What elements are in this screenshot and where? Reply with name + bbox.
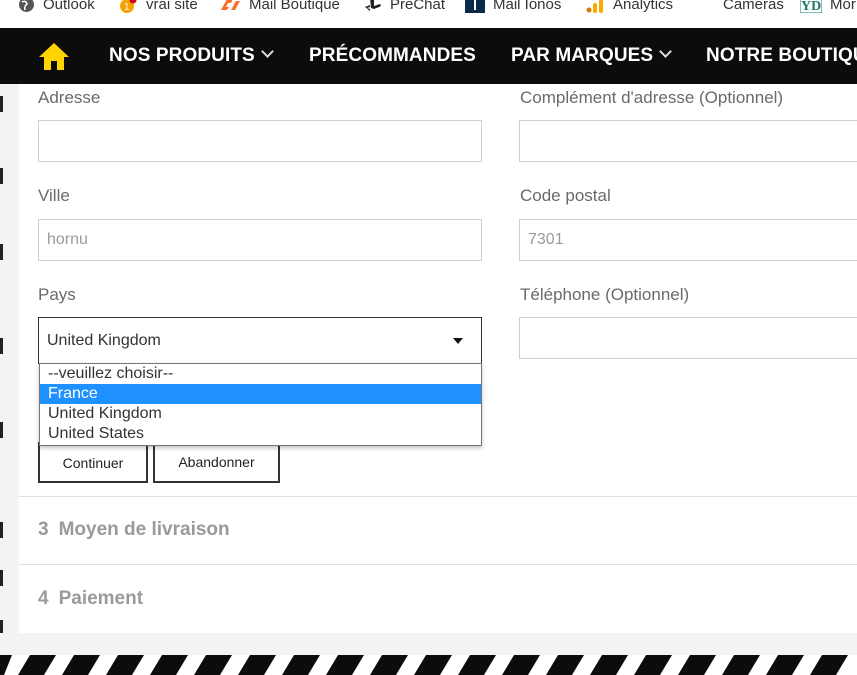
step-shipping-method[interactable]: 3 Moyen de livraison <box>38 519 230 541</box>
nav-item-nos-produits[interactable]: NOS PRODUITS <box>109 28 274 84</box>
country-option-highlighted[interactable]: France <box>40 384 481 404</box>
bookmark-label: Mail Ionos <box>493 0 562 13</box>
country-option[interactable]: United States <box>40 424 481 444</box>
bookmark-label: vrai site <box>146 0 198 13</box>
ionos-icon <box>465 0 485 13</box>
nav-item-label: PAR MARQUES <box>511 45 654 66</box>
bookmark-label: Mail Boutique <box>249 0 340 13</box>
bookmark-mor[interactable]: YD Mor <box>800 0 856 14</box>
nav-item-label: NOTRE BOUTIQUE <box>706 45 857 66</box>
address2-label: Complément d'adresse (Optionnel) <box>520 88 784 107</box>
address-label: Adresse <box>38 88 101 107</box>
nav-item-par-marques[interactable]: PAR MARQUES <box>511 28 673 84</box>
bookmark-label: Analytics <box>613 0 674 13</box>
chevron-down-icon <box>659 45 673 58</box>
svg-text:1: 1 <box>124 2 130 13</box>
step-payment[interactable]: 4 Paiement <box>38 588 143 610</box>
chevron-down-icon <box>260 45 274 58</box>
phone-field[interactable] <box>519 317 857 359</box>
bookmark-analytics[interactable]: Analytics <box>585 0 673 14</box>
step-number: 4 <box>38 588 49 609</box>
country-label: Pays <box>38 285 76 304</box>
notification-badge-icon: 1 <box>120 0 137 13</box>
city-field[interactable]: hornu <box>38 219 482 261</box>
country-option[interactable]: --veuillez choisir-- <box>40 364 481 384</box>
cpanel-icon <box>221 0 240 10</box>
playstation-icon <box>365 0 381 11</box>
bookmark-mail-ionos[interactable]: Mail Ionos <box>465 0 561 14</box>
address2-field[interactable] <box>519 120 857 162</box>
bookmark-outlook[interactable]: Outlook <box>18 0 95 14</box>
nav-item-label: PRÉCOMMANDES <box>309 45 476 66</box>
city-label: Ville <box>38 186 70 205</box>
decorative-stripes <box>0 655 857 675</box>
bookmark-label: Mor <box>830 0 856 13</box>
globe-icon <box>19 0 34 12</box>
bookmarks-bar: Outlook 1 vrai site Mail Boutique PreCha… <box>0 0 857 28</box>
analytics-icon <box>586 0 603 13</box>
bookmark-cameras[interactable]: Cameras <box>723 0 784 14</box>
nav-item-label: NOS PRODUITS <box>109 45 255 66</box>
strip-mark <box>0 570 3 586</box>
bookmark-label: PreChat <box>390 0 446 13</box>
strip-mark <box>0 244 3 260</box>
bookmark-label: Cameras <box>723 0 784 13</box>
bookmark-vrai-site[interactable]: 1 vrai site <box>118 0 198 14</box>
strip-mark <box>0 522 3 538</box>
step-label: Moyen de livraison <box>58 519 230 540</box>
main-nav: NOS PRODUITS PRÉCOMMANDES PAR MARQUES NO… <box>0 28 857 84</box>
step-label: Paiement <box>58 588 144 609</box>
page-side-strip <box>0 84 19 654</box>
home-icon[interactable] <box>37 40 71 72</box>
divider <box>19 496 857 497</box>
yd-icon: YD <box>800 0 822 13</box>
phone-label: Téléphone (Optionnel) <box>520 285 690 304</box>
country-option[interactable]: United Kingdom <box>40 404 481 424</box>
nav-item-precommandes[interactable]: PRÉCOMMANDES <box>309 28 476 84</box>
country-dropdown-list: --veuillez choisir-- France United Kingd… <box>39 363 482 446</box>
continue-button[interactable]: Continuer <box>38 442 148 483</box>
postal-label: Code postal <box>520 186 611 205</box>
bookmark-mail-boutique[interactable]: Mail Boutique <box>219 0 340 14</box>
country-selected-value: United Kingdom <box>47 332 161 349</box>
bookmark-prechat[interactable]: PreChat <box>364 0 445 14</box>
country-select[interactable]: United Kingdom <box>38 317 482 364</box>
strip-mark <box>0 96 3 112</box>
divider <box>19 564 857 565</box>
postal-field[interactable]: 7301 <box>519 219 857 261</box>
bookmark-label: Outlook <box>43 0 95 13</box>
cancel-button[interactable]: Abandonner <box>153 442 280 483</box>
page-footer-band <box>0 633 857 655</box>
caret-down-icon <box>453 338 463 344</box>
strip-mark <box>0 422 3 438</box>
nav-item-notre-boutique[interactable]: NOTRE BOUTIQUE <box>706 28 857 84</box>
strip-mark <box>0 168 3 184</box>
svg-text:YD: YD <box>801 0 821 13</box>
strip-mark <box>0 338 3 354</box>
address-field[interactable] <box>38 120 482 162</box>
step-number: 3 <box>38 519 49 540</box>
